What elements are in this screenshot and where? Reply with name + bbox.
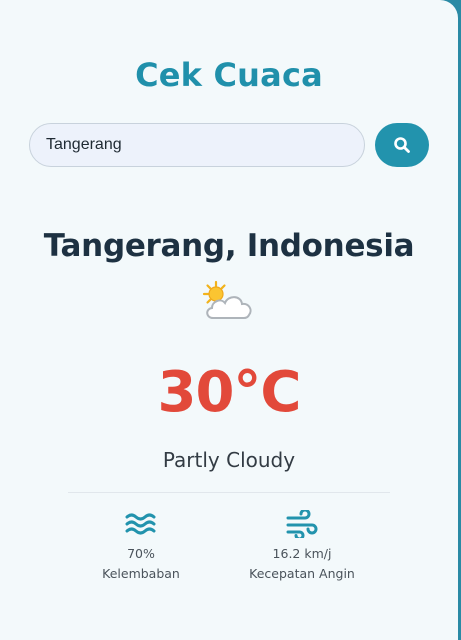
wind-icon: [286, 510, 318, 538]
location-name: Tangerang, Indonesia: [43, 228, 415, 264]
wind-detail: 16.2 km/j Kecepatan Angin: [222, 510, 382, 584]
partly-cloudy-icon: [202, 280, 252, 319]
app-title: Cek Cuaca: [135, 56, 323, 94]
humidity-icon: [125, 513, 156, 535]
wind-speed-label: Kecepatan Angin: [249, 566, 355, 581]
humidity-value: 70%: [127, 546, 155, 561]
humidity-label: Kelembaban: [102, 566, 180, 581]
humidity-detail: 70% Kelembaban: [61, 510, 221, 584]
wind-speed-value: 16.2 km/j: [272, 546, 332, 561]
weather-condition: Partly Cloudy: [162, 448, 296, 472]
temperature-value: 30°C: [157, 360, 301, 425]
search-icon: [394, 137, 410, 153]
divider: [68, 492, 390, 493]
search-button[interactable]: [375, 123, 429, 167]
city-search-input[interactable]: [29, 123, 365, 167]
weather-card: Cek Cuaca Tangerang, Indonesia 30°C Part…: [0, 0, 458, 640]
